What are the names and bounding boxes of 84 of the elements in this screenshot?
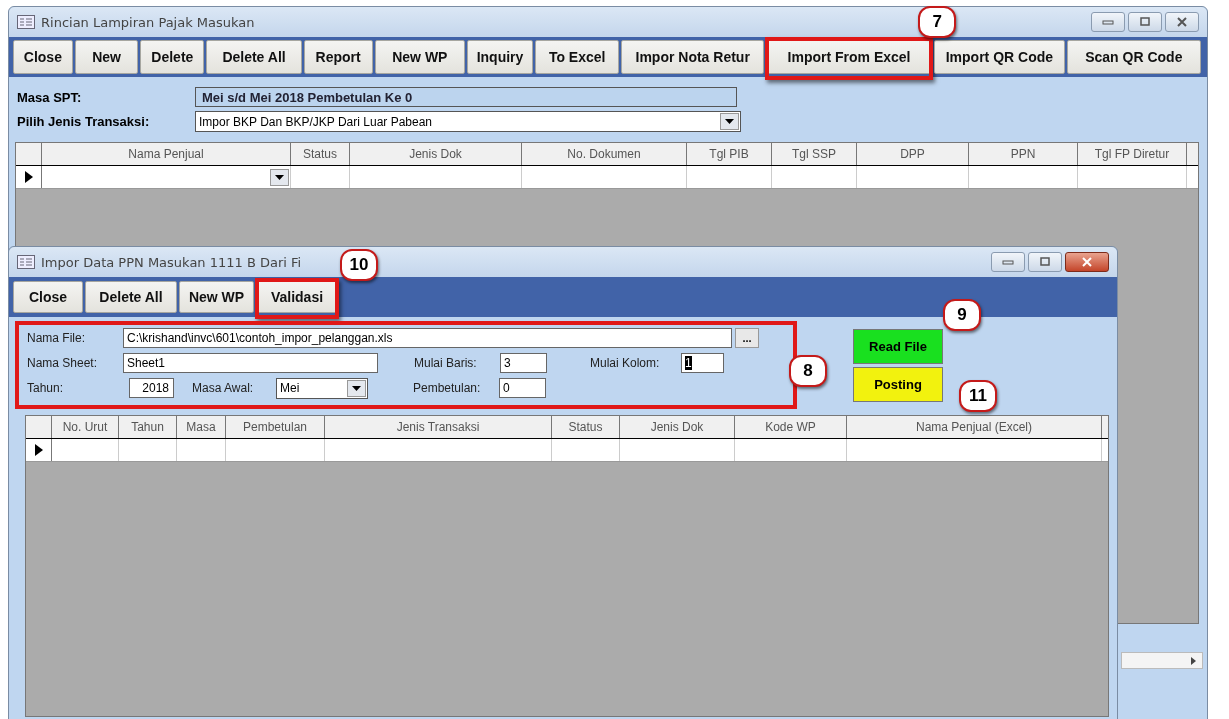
column-header[interactable]: Kode WP <box>735 416 847 438</box>
transaction-type-dropdown[interactable]: Impor BKP Dan BKP/JKP Dari Luar Pabean <box>195 111 741 132</box>
column-header[interactable]: Nama Penjual <box>42 143 291 165</box>
field-label: Mulai Baris: <box>414 356 478 370</box>
minimize-button[interactable] <box>991 252 1025 272</box>
minimize-icon <box>1102 19 1114 25</box>
column-header[interactable]: Masa <box>177 416 226 438</box>
maximize-button[interactable] <box>1028 252 1062 272</box>
dropdown-button[interactable] <box>270 168 289 186</box>
field-label: Tahun: <box>27 381 65 395</box>
maximize-button[interactable] <box>1128 12 1162 32</box>
minimize-button[interactable] <box>1091 12 1125 32</box>
toolbar-button[interactable]: Delete <box>140 40 205 74</box>
caret-icon <box>275 174 284 180</box>
toolbar-button[interactable]: Close <box>13 281 83 313</box>
file-path-field[interactable]: C:\krishand\invc\601\contoh_impor_pelanggan.xls <box>123 328 732 348</box>
right-arrow-icon <box>1191 656 1196 665</box>
column-header[interactable]: Jenis Dok <box>350 143 522 165</box>
field-label: Mulai Kolom: <box>590 356 661 370</box>
callout-badge: 9 <box>943 299 981 331</box>
toolbar-button[interactable]: To Excel <box>534 40 620 74</box>
field-label: Masa Awal: <box>192 381 255 395</box>
column-header[interactable]: DPP <box>857 143 969 165</box>
field-label: Nama Sheet: <box>27 356 99 370</box>
toolbar-button[interactable]: Import QR Code <box>934 40 1065 74</box>
toolbar-button[interactable]: Report <box>303 40 373 74</box>
toolbar-button[interactable]: New <box>74 40 139 74</box>
callout-badge: 11 <box>959 380 997 412</box>
column-header[interactable]: Tahun <box>119 416 177 438</box>
callout-badge: 10 <box>340 249 378 281</box>
window-title: Rincian Lampiran Pajak Masukan <box>41 14 255 30</box>
column-header[interactable]: Status <box>552 416 620 438</box>
start-column-field[interactable]: 1 <box>681 353 724 373</box>
caret-icon <box>725 119 734 124</box>
caret-icon <box>352 385 361 391</box>
field-label: Nama File: <box>27 331 86 345</box>
browse-button[interactable]: ... <box>735 328 759 348</box>
column-header[interactable]: Nama Penjual (Excel) <box>847 416 1102 438</box>
field-label: Pembetulan: <box>413 381 482 395</box>
column-header[interactable]: Pembetulan <box>226 416 325 438</box>
callout-badge: 7 <box>918 6 957 38</box>
horizontal-scrollbar[interactable] <box>1121 652 1203 669</box>
maximize-icon <box>1139 17 1151 27</box>
column-header[interactable]: Jenis Transaksi <box>325 416 552 438</box>
toolbar-button[interactable]: Scan QR Code <box>1066 40 1201 74</box>
toolbar-button[interactable]: Delete All <box>206 40 302 74</box>
column-header[interactable]: Tgl FP Diretur <box>1078 143 1187 165</box>
field-label: Masa SPT: <box>17 89 83 105</box>
sheet-name-field[interactable]: Sheet1 <box>123 353 378 373</box>
year-field[interactable]: 2018 <box>129 378 174 398</box>
column-header[interactable]: No. Urut <box>52 416 119 438</box>
toolbar-button[interactable]: New WP <box>179 281 254 313</box>
callout-badge: 8 <box>789 355 827 387</box>
maximize-icon <box>1039 257 1051 267</box>
toolbar-button[interactable]: Inquiry <box>467 40 533 74</box>
period-dropdown[interactable]: Mei <box>276 377 368 399</box>
toolbar-button[interactable]: Impor Nota Retur <box>621 40 764 74</box>
close-icon <box>1081 257 1093 267</box>
close-icon <box>1176 17 1188 27</box>
read-file-button[interactable]: Read File <box>853 329 943 364</box>
minimize-icon <box>1002 259 1014 265</box>
close-button[interactable] <box>1165 12 1199 32</box>
column-header[interactable]: Tgl SSP <box>772 143 857 165</box>
toolbar-button[interactable]: New WP <box>374 40 466 74</box>
column-header[interactable]: Jenis Dok <box>620 416 735 438</box>
row-pointer-icon <box>24 171 33 183</box>
window-title: Impor Data PPN Masukan 1111 B Dari Fi <box>41 254 302 270</box>
toolbar-button[interactable]: Close <box>13 40 73 74</box>
start-row-field[interactable]: 3 <box>500 353 547 373</box>
dropdown-button[interactable] <box>720 113 739 130</box>
period-field: Mei s/d Mei 2018 Pembetulan Ke 0 <box>195 87 737 107</box>
dropdown-button[interactable] <box>347 379 366 397</box>
column-header[interactable]: Status <box>291 143 350 165</box>
toolbar-button[interactable]: Delete All <box>85 281 177 313</box>
form-icon <box>17 15 35 29</box>
column-header[interactable]: Tgl PIB <box>687 143 772 165</box>
close-button[interactable] <box>1065 252 1109 272</box>
revision-field[interactable]: 0 <box>499 378 546 398</box>
posting-button[interactable]: Posting <box>853 367 943 402</box>
column-header[interactable]: PPN <box>969 143 1078 165</box>
form-icon <box>17 255 35 269</box>
field-label: Pilih Jenis Transaksi: <box>17 114 151 129</box>
row-pointer-icon <box>34 444 43 456</box>
column-header[interactable]: No. Dokumen <box>522 143 687 165</box>
